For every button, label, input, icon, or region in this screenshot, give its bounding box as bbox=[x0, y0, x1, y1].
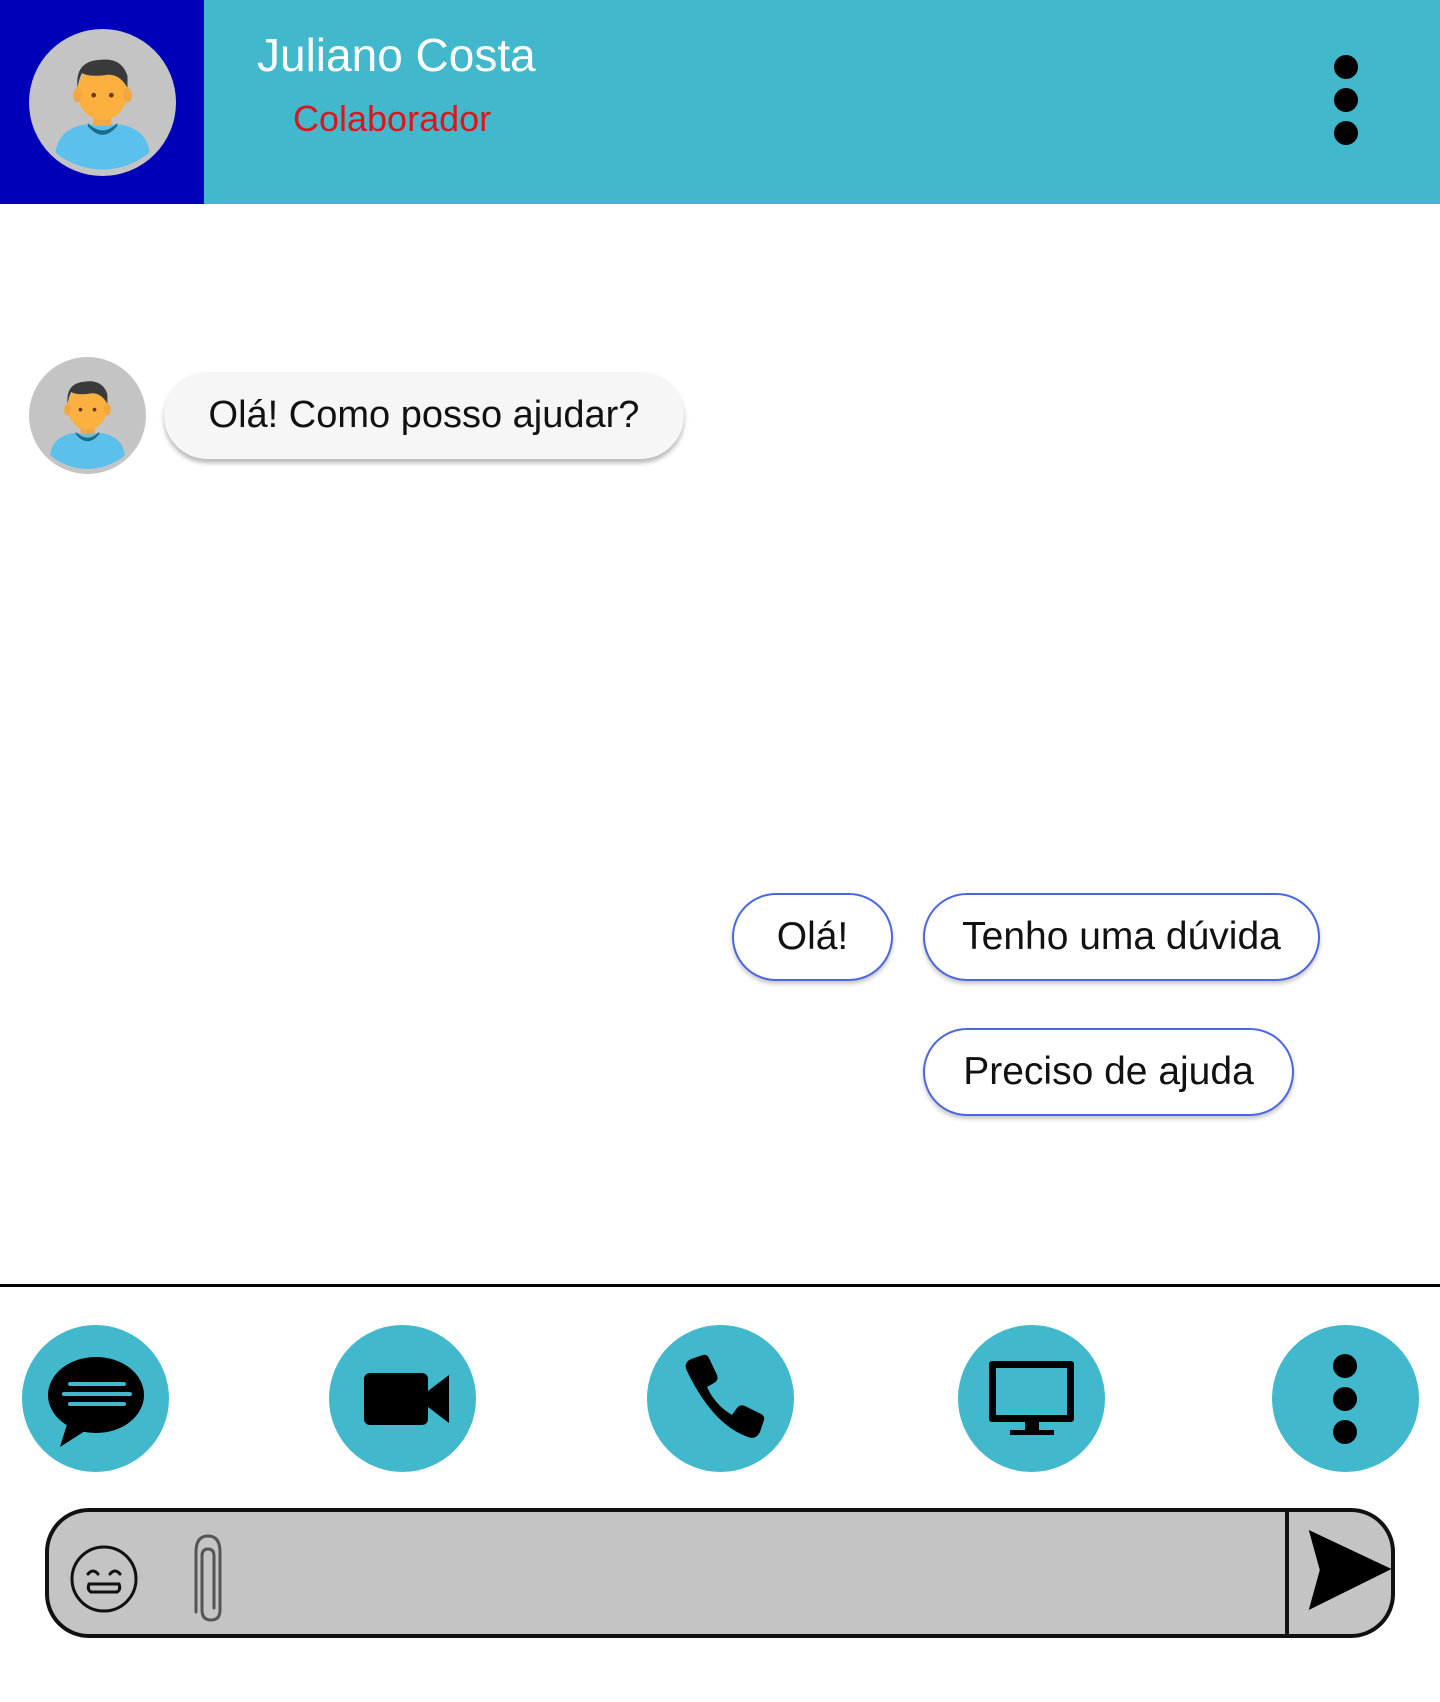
voice-call-button[interactable] bbox=[647, 1325, 794, 1472]
quick-reply-ola[interactable]: Olá! bbox=[732, 893, 893, 981]
quick-reply-ajuda[interactable]: Preciso de ajuda bbox=[923, 1028, 1294, 1116]
paperclip-icon[interactable] bbox=[182, 1530, 232, 1624]
contact-role: Colaborador bbox=[293, 98, 492, 139]
sender-avatar-icon bbox=[29, 357, 146, 474]
more-vertical-icon[interactable] bbox=[1316, 52, 1376, 148]
video-camera-icon bbox=[364, 1373, 449, 1425]
screen-share-icon bbox=[989, 1361, 1074, 1435]
message-composer bbox=[45, 1508, 1395, 1638]
divider bbox=[0, 1284, 1440, 1287]
chat-icon bbox=[48, 1357, 144, 1447]
more-actions-button[interactable] bbox=[1272, 1325, 1419, 1472]
quick-reply-duvida[interactable]: Tenho uma dúvida bbox=[923, 893, 1320, 981]
send-button[interactable] bbox=[1289, 1512, 1391, 1634]
message-input[interactable] bbox=[264, 1532, 1268, 1616]
chat-header bbox=[0, 0, 1440, 204]
screen-share-button[interactable] bbox=[958, 1325, 1105, 1472]
emoji-icon[interactable] bbox=[69, 1544, 139, 1614]
user-avatar-icon[interactable] bbox=[29, 29, 176, 176]
send-icon bbox=[1308, 1530, 1391, 1610]
video-call-button[interactable] bbox=[329, 1325, 476, 1472]
contact-name: Juliano Costa bbox=[257, 29, 536, 81]
more-vertical-icon bbox=[1333, 1354, 1357, 1444]
phone-icon bbox=[685, 1354, 765, 1438]
message-bubble: Olá! Como posso ajudar? bbox=[164, 372, 684, 459]
chat-button[interactable] bbox=[22, 1325, 169, 1472]
